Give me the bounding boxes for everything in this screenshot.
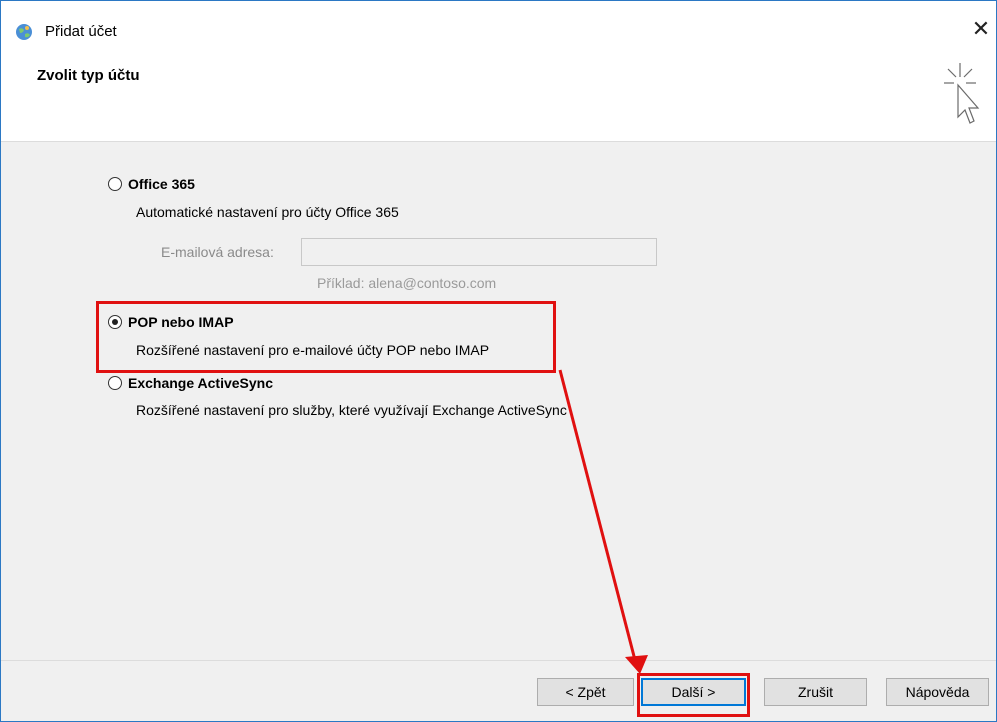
cancel-button[interactable]: Zrušit [764, 678, 867, 706]
help-button[interactable]: Nápověda [886, 678, 989, 706]
next-button-highlight [637, 673, 750, 717]
email-label: E-mailová adresa: [161, 244, 274, 260]
wizard-header: Zvolit typ účtu [1, 59, 996, 142]
exchange-activesync-label: Exchange ActiveSync [128, 375, 273, 391]
pop-imap-highlight [96, 301, 556, 373]
close-button[interactable]: ✕ [966, 15, 996, 45]
office365-radio[interactable] [108, 177, 122, 191]
office365-label: Office 365 [128, 176, 195, 192]
add-account-dialog: Přidat účet ✕ Zvolit typ účtu Office 365… [0, 0, 997, 722]
outlook-globe-icon [16, 24, 32, 40]
exchange-activesync-radio[interactable] [108, 376, 122, 390]
option-office365[interactable]: Office 365 [108, 176, 195, 192]
email-field[interactable] [301, 238, 657, 266]
cursor-sparkle-icon [944, 63, 980, 124]
account-type-panel: Office 365 Automatické nastavení pro účt… [1, 142, 996, 660]
window-title: Přidat účet [45, 23, 117, 40]
option-exchange-activesync[interactable]: Exchange ActiveSync [108, 375, 273, 391]
exchange-activesync-description: Rozšířené nastavení pro služby, které vy… [136, 402, 567, 418]
office365-description: Automatické nastavení pro účty Office 36… [136, 204, 399, 220]
page-title: Zvolit typ účtu [37, 67, 140, 84]
button-bar: < Zpět Další > Zrušit Nápověda [1, 660, 996, 721]
back-button[interactable]: < Zpět [537, 678, 634, 706]
email-example: Příklad: alena@contoso.com [317, 275, 497, 291]
title-bar: Přidat účet ✕ [1, 1, 996, 59]
